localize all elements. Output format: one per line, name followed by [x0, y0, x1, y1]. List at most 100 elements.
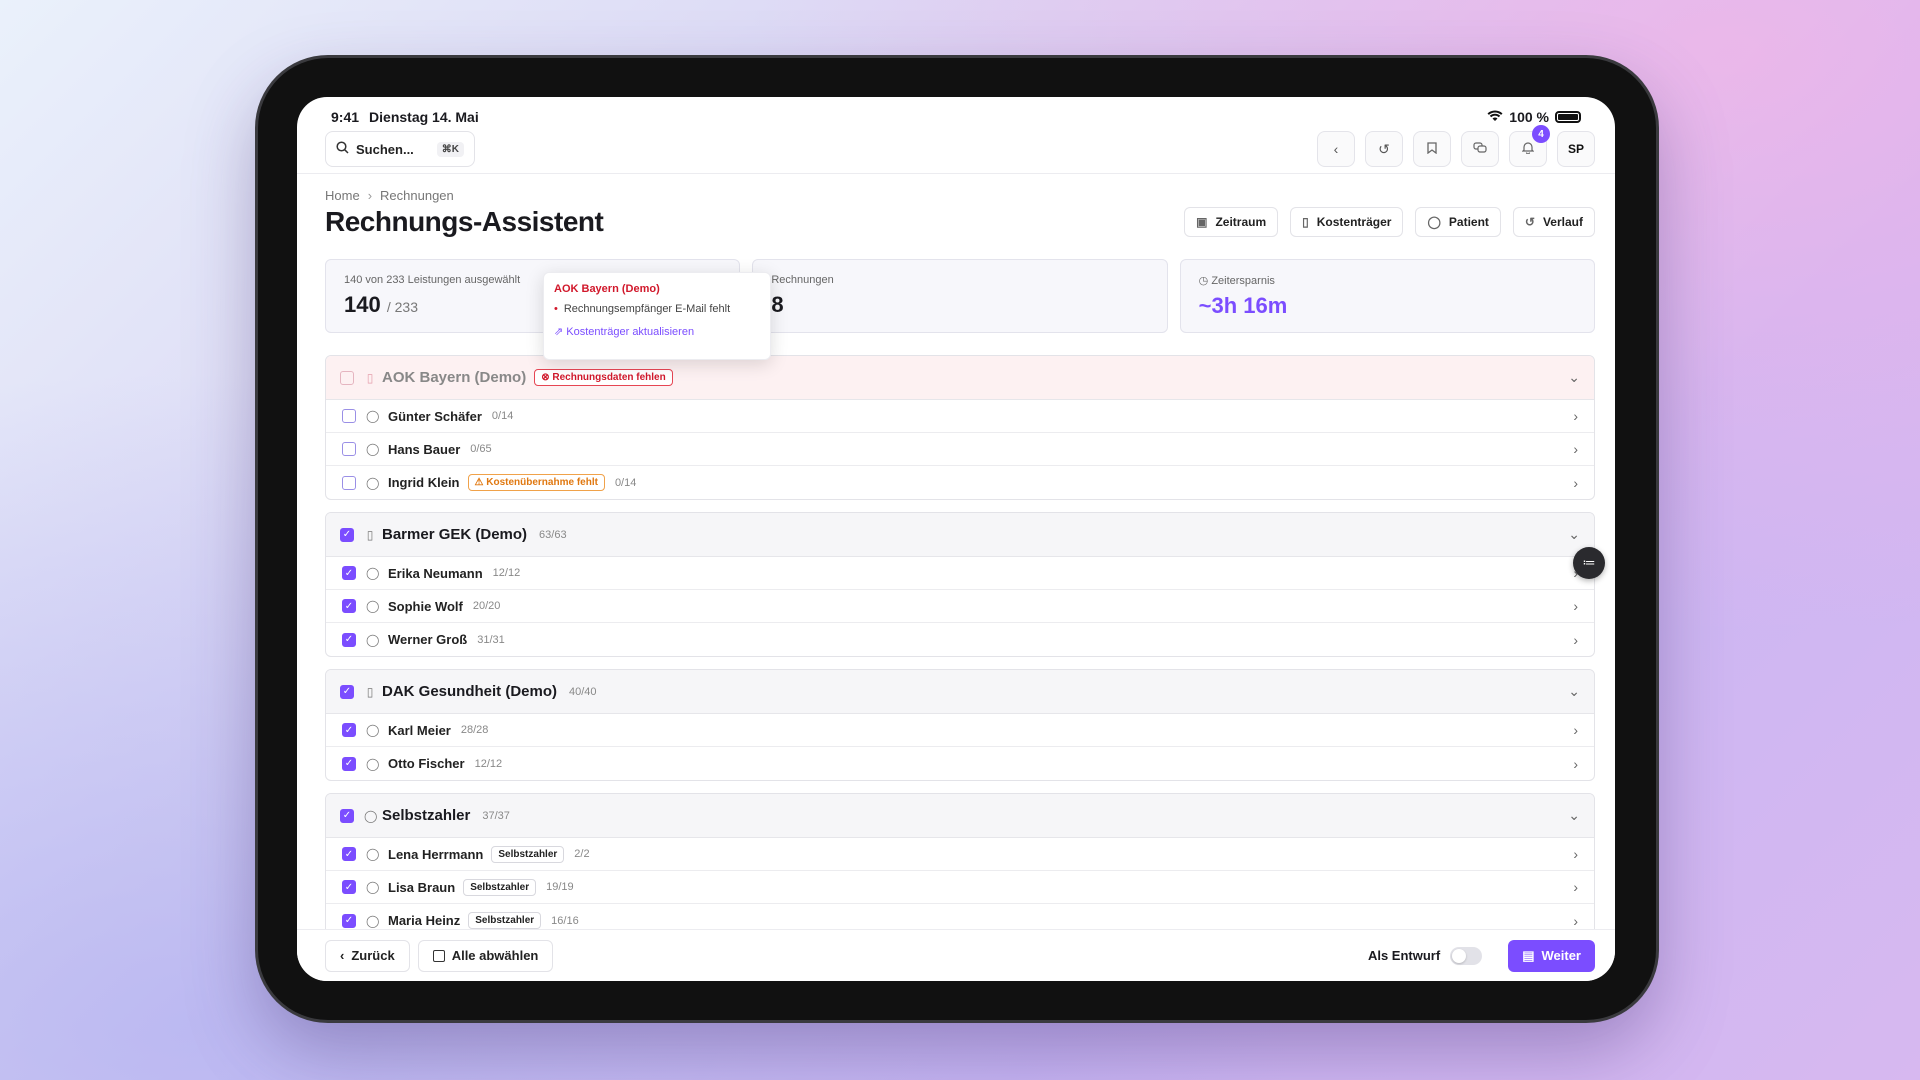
row-checkbox[interactable] — [342, 409, 356, 423]
checkbox-icon — [432, 949, 445, 962]
draft-label: Als Entwurf — [1367, 948, 1441, 963]
row-checkbox[interactable]: ✓ — [342, 566, 356, 580]
draft-toggle[interactable] — [1450, 946, 1483, 965]
back-label: Zurück — [351, 948, 395, 963]
patient-row[interactable]: ✓ ◯ Karl Meier 28/28 › — [326, 714, 1594, 747]
patient-name: Werner Groß — [388, 632, 468, 647]
row-checkbox[interactable]: ✓ — [342, 632, 356, 647]
patient-row[interactable]: ✓ ◯ Lena Herrmann Selbstzahler 2/2 › — [326, 838, 1594, 871]
selected-total: / 233 — [386, 299, 418, 315]
payer-group-header[interactable]: ▯ AOK Bayern (Demo) ⊗ Rechnungsdaten feh… — [326, 356, 1594, 400]
patient-row[interactable]: ✓ ◯ Lisa Braun Selbstzahler 19/19 › — [326, 871, 1594, 904]
patient-row[interactable]: ◯ Günter Schäfer 0/14 › — [326, 400, 1594, 433]
group-checkbox[interactable] — [340, 370, 354, 385]
back-nav-button[interactable]: ‹ — [1317, 131, 1355, 167]
patient-name: Lisa Braun — [388, 879, 456, 895]
breadcrumb-home[interactable]: Home — [325, 188, 360, 203]
chevron-right-icon[interactable]: › — [1573, 632, 1578, 648]
next-label: Weiter — [1541, 948, 1582, 963]
patient-row[interactable]: ◯ Ingrid Klein ⚠ Kostenübernahme fehlt 0… — [326, 466, 1594, 499]
row-checkbox[interactable]: ✓ — [342, 913, 356, 928]
filter-list-icon: ≔ — [1582, 555, 1596, 570]
footer-bar: ‹ Zurück Alle abwählen Als Entwurf ▤ Weite… — [297, 929, 1615, 981]
patient-row[interactable]: ✓ ◯ Otto Fischer 12/12 › — [326, 747, 1594, 780]
patient-row[interactable]: ✓ ◯ Werner Groß 31/31 › — [326, 623, 1594, 656]
back-button[interactable]: ‹ Zurück — [325, 939, 410, 972]
external-link-icon: ⇗ — [554, 326, 567, 338]
chevron-left-icon: ‹ — [340, 948, 345, 963]
chevron-right-icon[interactable]: › — [1573, 722, 1578, 738]
row-checkbox[interactable]: ✓ — [342, 756, 356, 771]
period-button[interactable]: ▣ Zeitraum — [1184, 207, 1279, 237]
search-icon — [336, 141, 349, 157]
patient-row[interactable]: ✓ ◯ Erika Neumann 12/12 › — [326, 557, 1594, 590]
service-count: 19/19 — [546, 881, 574, 893]
payer-label: Kostenträger — [1316, 215, 1392, 229]
row-checkbox[interactable]: ✓ — [342, 847, 356, 861]
refresh-icon: ↺ — [1378, 140, 1390, 157]
chevron-right-icon[interactable]: › — [1573, 846, 1578, 862]
floating-filter-button[interactable]: ≔ — [1573, 547, 1605, 579]
chat-button[interactable] — [1461, 131, 1499, 167]
chevron-right-icon[interactable]: › — [1573, 756, 1578, 772]
warning-icon: ⚠ — [474, 477, 487, 488]
update-payer-link[interactable]: ⇗ Kostenträger aktualisieren — [554, 325, 760, 338]
group-count: 40/40 — [569, 685, 597, 698]
breadcrumb-separator: › — [367, 188, 373, 203]
breadcrumb-current[interactable]: Rechnungen — [380, 188, 454, 203]
deselect-all-button[interactable]: Alle abwählen — [417, 939, 554, 972]
payer-group-header[interactable]: ✓ ◯ Selbstzahler 37/37 ⌄ — [326, 794, 1594, 838]
next-button[interactable]: ▤ Weiter — [1508, 939, 1595, 972]
patient-button[interactable]: ◯ Patient — [1415, 207, 1501, 237]
group-checkbox[interactable]: ✓ — [340, 527, 354, 542]
error-badge[interactable]: ⊗ Rechnungsdaten fehlen — [534, 369, 673, 386]
patient-name: Hans Bauer — [388, 441, 461, 457]
payer-group-header[interactable]: ✓ ▯ DAK Gesundheit (Demo) 40/40 ⌄ — [326, 670, 1594, 714]
stat-savings-label: ◷ Zeitersparnis — [1199, 274, 1576, 287]
user-icon: ◯ — [366, 566, 380, 580]
row-checkbox[interactable]: ✓ — [342, 723, 356, 737]
warning-badge: ⚠ Kostenübernahme fehlt — [467, 474, 605, 491]
service-count: 12/12 — [474, 757, 503, 770]
payer-group-header[interactable]: ✓ ▯ Barmer GEK (Demo) 63/63 ⌄ — [326, 513, 1594, 557]
self-payer-badge: Selbstzahler — [463, 878, 537, 896]
bookmark-button[interactable] — [1413, 131, 1451, 167]
patient-name: Erika Neumann — [388, 565, 483, 581]
user-icon: ◯ — [366, 913, 380, 928]
search-input[interactable]: Suchen... ⌘K — [325, 131, 475, 167]
payer-button[interactable]: ▯ Kostenträger — [1290, 207, 1404, 237]
chevron-right-icon[interactable]: › — [1573, 598, 1578, 614]
service-count: 0/14 — [491, 410, 514, 422]
wifi-icon — [1487, 109, 1503, 125]
user-avatar-button[interactable]: SP — [1557, 131, 1595, 167]
refresh-button[interactable]: ↺ — [1365, 131, 1403, 167]
user-icon: ◯ — [366, 880, 380, 894]
patient-row[interactable]: ◯ Hans Bauer 0/65 › — [326, 433, 1594, 466]
chevron-right-icon[interactable]: › — [1573, 441, 1578, 457]
group-count: 63/63 — [539, 528, 567, 541]
notifications-button[interactable]: 4 — [1509, 125, 1550, 167]
history-button[interactable]: ↺ Verlauf — [1512, 207, 1595, 237]
user-icon: ◯ — [366, 632, 380, 647]
chevron-down-icon[interactable]: ⌄ — [1568, 683, 1580, 700]
chevron-right-icon[interactable]: › — [1573, 913, 1578, 929]
chevron-down-icon[interactable]: ⌄ — [1568, 807, 1580, 824]
chevron-down-icon[interactable]: ⌄ — [1568, 526, 1580, 543]
user-icon: ◯ — [366, 723, 380, 737]
row-checkbox[interactable] — [342, 475, 356, 490]
patient-row[interactable]: ✓ ◯ Sophie Wolf 20/20 › — [326, 590, 1594, 623]
row-checkbox[interactable]: ✓ — [342, 880, 356, 894]
row-checkbox[interactable]: ✓ — [342, 599, 356, 613]
chevron-down-icon[interactable]: ⌄ — [1568, 369, 1580, 386]
chevron-right-icon[interactable]: › — [1573, 879, 1578, 895]
service-count: 0/14 — [614, 476, 637, 489]
group-checkbox[interactable]: ✓ — [340, 684, 354, 699]
bookmark-icon — [1427, 141, 1437, 157]
row-checkbox[interactable] — [342, 442, 356, 456]
chevron-right-icon[interactable]: › — [1573, 475, 1578, 491]
patient-name: Ingrid Klein — [388, 475, 460, 490]
payer-name: Barmer GEK (Demo) — [382, 526, 528, 543]
group-checkbox[interactable]: ✓ — [340, 808, 354, 823]
service-count: 2/2 — [574, 848, 590, 860]
chevron-right-icon[interactable]: › — [1573, 408, 1578, 424]
